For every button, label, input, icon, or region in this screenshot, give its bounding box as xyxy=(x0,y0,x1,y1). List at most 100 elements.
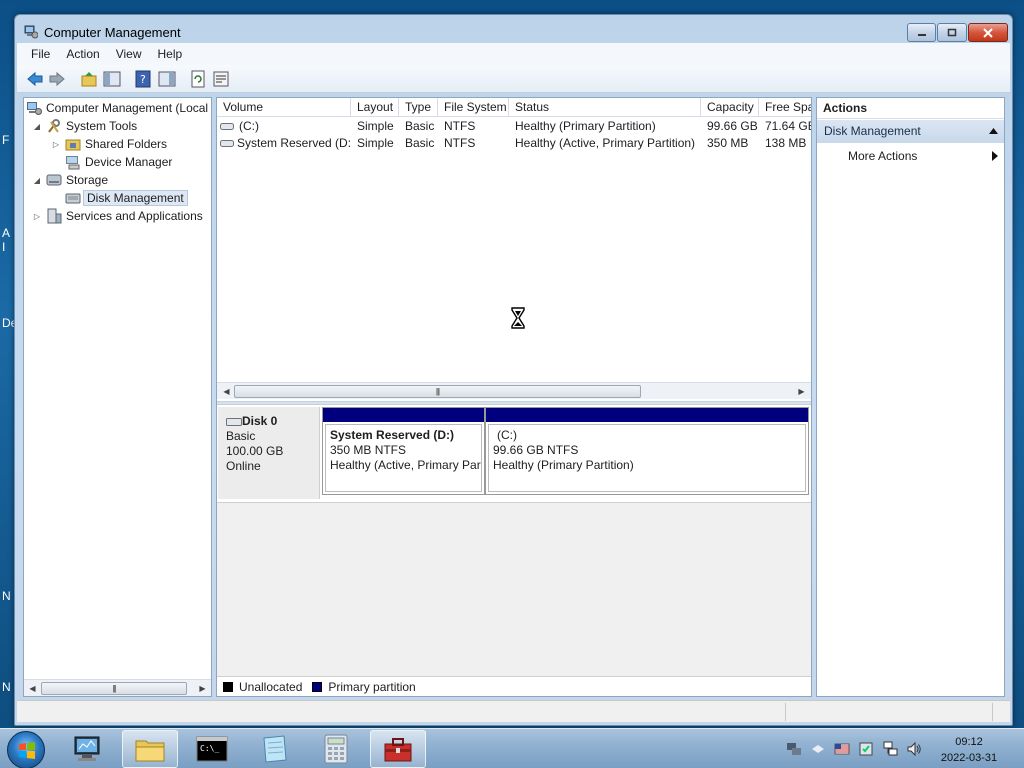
close-button[interactable] xyxy=(968,23,1008,42)
tree-item-label: Shared Folders xyxy=(85,137,168,151)
desktop-icon-label: I xyxy=(2,240,6,254)
legend-unallocated: Unallocated xyxy=(239,679,303,694)
show-hide-action-pane-icon[interactable] xyxy=(158,70,176,88)
free-space-cell: 138 MB xyxy=(765,136,807,150)
menu-view[interactable]: View xyxy=(116,47,142,61)
volume-speaker-icon[interactable] xyxy=(906,741,922,757)
computer-management-window: Computer Management File Action View Hel… xyxy=(14,14,1013,726)
tree-item-system-tools[interactable]: ◢ System Tools xyxy=(32,117,137,135)
legend-primary-partition: Primary partition xyxy=(328,679,416,694)
menu-help[interactable]: Help xyxy=(158,47,183,61)
taskbar-notepad[interactable] xyxy=(246,730,302,768)
collapsed-arrow-icon[interactable]: ▷ xyxy=(51,140,61,149)
scrollbar-thumb[interactable]: ||| xyxy=(41,682,187,695)
partition-status: Healthy (Primary Partition) xyxy=(493,458,634,472)
taskbar-windows-explorer[interactable] xyxy=(122,730,178,768)
layout-cell: Simple xyxy=(357,136,394,150)
network-icon[interactable] xyxy=(786,741,802,757)
volume-list-horizontal-scrollbar[interactable]: ◀ ||| ▶ xyxy=(217,382,811,399)
tree-item-services-and-applications[interactable]: ▷ Services and Applications xyxy=(32,207,203,225)
scroll-left-button[interactable]: ◀ xyxy=(25,681,40,696)
scroll-left-button[interactable]: ◀ xyxy=(219,384,234,399)
up-folder-icon[interactable] xyxy=(80,70,98,88)
scrollbar-thumb[interactable]: ||| xyxy=(234,385,641,398)
network-connection-icon[interactable] xyxy=(882,741,898,757)
partition-details: (C:) 99.66 GB NTFS Healthy (Primary Part… xyxy=(488,424,806,492)
tree-item-computer-management[interactable]: Computer Management (Local xyxy=(26,99,208,117)
help-icon[interactable]: ? xyxy=(134,70,152,88)
tree-item-label: Computer Management (Local xyxy=(46,101,209,115)
svg-text:C:\_: C:\_ xyxy=(200,744,219,753)
menu-file[interactable]: File xyxy=(31,47,50,61)
start-button[interactable] xyxy=(7,731,45,768)
column-header-capacity[interactable]: Capacity xyxy=(701,98,759,117)
partition-c[interactable]: (C:) 99.66 GB NTFS Healthy (Primary Part… xyxy=(485,407,809,495)
disk-state: Online xyxy=(226,459,261,473)
table-row[interactable]: (C:) Simple Basic NTFS Healthy (Primary … xyxy=(217,118,813,135)
tree-item-storage[interactable]: ◢ Storage xyxy=(32,171,108,189)
computer-management-icon xyxy=(27,102,42,115)
collapsed-arrow-icon[interactable]: ▷ xyxy=(32,212,42,221)
drive-icon xyxy=(220,123,234,130)
partition-title: (C:) xyxy=(497,428,517,442)
taskbar-toolbox[interactable] xyxy=(370,730,426,768)
properties-icon[interactable] xyxy=(212,70,230,88)
drive-icon xyxy=(220,140,234,147)
actions-pane: Actions Disk Management More Actions xyxy=(816,97,1005,697)
column-header-layout[interactable]: Layout xyxy=(351,98,399,117)
refresh-icon[interactable] xyxy=(189,70,207,88)
disk-name: Disk 0 xyxy=(242,414,278,428)
scroll-right-button[interactable]: ▶ xyxy=(794,384,809,399)
unallocated-swatch xyxy=(223,681,233,692)
tree-item-disk-management[interactable]: Disk Management xyxy=(65,189,188,207)
disk-management-icon xyxy=(65,193,81,204)
toolbox-icon xyxy=(384,738,412,762)
taskbar-computer-management[interactable] xyxy=(60,730,116,768)
table-row[interactable]: System Reserved (D:) Simple Basic NTFS H… xyxy=(217,135,813,152)
submenu-arrow-icon xyxy=(992,151,998,161)
toolbar: ? xyxy=(17,65,1010,93)
collapse-up-icon[interactable] xyxy=(989,128,998,134)
partition-details: System Reserved (D:) 350 MB NTFS Healthy… xyxy=(325,424,482,492)
status-divider xyxy=(992,703,993,721)
column-header-volume[interactable]: Volume xyxy=(217,98,351,117)
volume-cell: (C:) xyxy=(239,119,259,133)
tree-horizontal-scrollbar[interactable]: ◀ ||| ▶ xyxy=(24,679,211,696)
action-center-icon[interactable] xyxy=(858,741,874,757)
tree-item-shared-folders[interactable]: ▷ Shared Folders xyxy=(51,135,167,153)
forward-arrow-icon[interactable] xyxy=(48,70,66,88)
taskbar-command-prompt[interactable]: C:\_ xyxy=(184,730,240,768)
clock-date: 2022-03-31 xyxy=(940,752,998,764)
column-header-status[interactable]: Status xyxy=(509,98,701,117)
scroll-right-button[interactable]: ▶ xyxy=(195,681,210,696)
disk-management-pane: Volume Layout Type File System Status Ca… xyxy=(216,97,812,697)
column-header-free-space[interactable]: Free Spac xyxy=(759,98,811,117)
type-cell: Basic xyxy=(405,136,435,150)
column-header-file-system[interactable]: File System xyxy=(438,98,509,117)
tree-item-label: Storage xyxy=(66,173,109,187)
expanded-arrow-icon[interactable]: ◢ xyxy=(32,176,42,185)
column-header-type[interactable]: Type xyxy=(399,98,438,117)
more-actions-label: More Actions xyxy=(848,149,918,163)
minimize-button[interactable] xyxy=(907,23,936,42)
clock-time: 09:12 xyxy=(955,736,983,748)
storage-icon xyxy=(46,174,62,186)
menu-action[interactable]: Action xyxy=(66,47,99,61)
show-hidden-icons-arrow[interactable] xyxy=(810,741,826,757)
tree-item-device-manager[interactable]: Device Manager xyxy=(65,153,172,171)
system-clock[interactable]: 09:12 2022-03-31 xyxy=(930,734,1008,766)
disk-info[interactable]: Disk 0 Basic 100.00 GB Online xyxy=(218,407,320,499)
windows-logo-icon xyxy=(19,742,35,759)
back-arrow-icon[interactable] xyxy=(26,70,44,88)
us-flag-icon[interactable] xyxy=(834,741,850,757)
show-hide-console-tree-icon[interactable] xyxy=(103,70,121,88)
actions-section-disk-management[interactable]: Disk Management xyxy=(817,120,1004,143)
maximize-button[interactable] xyxy=(937,23,967,42)
expanded-arrow-icon[interactable]: ◢ xyxy=(32,122,42,131)
taskbar-calculator[interactable] xyxy=(308,730,364,768)
status-bar xyxy=(17,700,1010,722)
menu-bar: File Action View Help xyxy=(17,43,1010,65)
more-actions-item[interactable]: More Actions xyxy=(848,148,998,164)
partition-system-reserved[interactable]: System Reserved (D:) 350 MB NTFS Healthy… xyxy=(322,407,485,495)
disk-type: Basic xyxy=(226,429,256,443)
